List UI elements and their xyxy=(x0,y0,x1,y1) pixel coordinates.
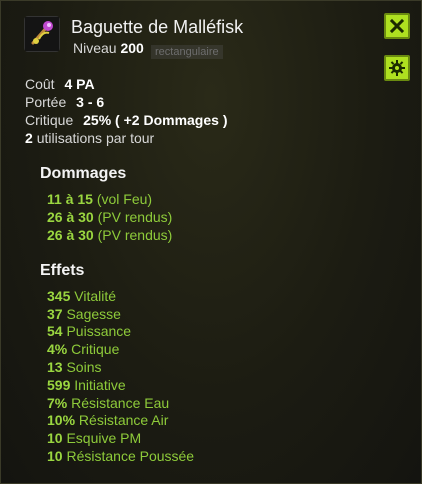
effect-line: 7% Résistance Eau xyxy=(47,395,169,411)
effect-value: 10 xyxy=(47,448,63,464)
effect-value: 13 xyxy=(47,359,63,375)
effect-text: Soins xyxy=(66,359,102,375)
close-icon xyxy=(389,18,405,34)
level-label: Niveau xyxy=(73,40,117,56)
range-label: Portée xyxy=(25,94,67,110)
critical-row: Critique 25% ( +2 Dommages ) xyxy=(25,112,227,128)
effect-text: Résistance Poussée xyxy=(66,448,195,464)
effect-value: 4% xyxy=(47,341,68,357)
range-value: 3 - 6 xyxy=(76,94,105,110)
damage-text: (PV rendus) xyxy=(97,209,173,225)
effect-text: Résistance Eau xyxy=(71,395,170,411)
effect-line: 599 Initiative xyxy=(47,377,126,393)
uses-row: 2 utilisations par tour xyxy=(25,130,154,146)
cost-value: 4 PA xyxy=(64,76,95,92)
effect-text: Initiative xyxy=(74,377,126,393)
cost-label: Coût xyxy=(25,76,55,92)
damage-text: (PV rendus) xyxy=(97,227,173,243)
background-ghost-text: rectangulaire xyxy=(151,45,223,59)
effect-text: Puissance xyxy=(66,323,132,339)
effect-value: 10% xyxy=(47,412,76,428)
damage-value: 11 à 15 xyxy=(47,191,93,207)
cost-row: Coût 4 PA xyxy=(25,76,95,92)
effect-value: 10 xyxy=(47,430,63,446)
item-name: Baguette de Malléfisk xyxy=(71,17,244,37)
effect-value: 54 xyxy=(47,323,63,339)
effect-value: 345 xyxy=(47,288,71,304)
effect-line: 345 Vitalité xyxy=(47,288,116,304)
damage-text: (vol Feu) xyxy=(96,191,153,207)
effect-value: 599 xyxy=(47,377,71,393)
close-button[interactable] xyxy=(384,13,410,39)
effect-text: Vitalité xyxy=(74,288,117,304)
settings-button[interactable] xyxy=(384,55,410,81)
effects-title: Effets xyxy=(40,262,85,279)
critical-value: 25% ( +2 Dommages ) xyxy=(83,112,228,128)
critical-label: Critique xyxy=(25,112,74,128)
uses-label: utilisations par tour xyxy=(36,130,155,146)
level-value: 200 xyxy=(120,40,144,56)
wand-item-icon xyxy=(25,17,59,51)
damage-value: 26 à 30 xyxy=(47,209,94,225)
gear-icon xyxy=(389,60,405,76)
effect-line: 37 Sagesse xyxy=(47,306,121,322)
range-row: Portée 3 - 6 xyxy=(25,94,104,110)
effect-text: Critique xyxy=(71,341,120,357)
effect-value: 37 xyxy=(47,306,63,322)
uses-value: 2 xyxy=(25,130,33,146)
effect-line: 4% Critique xyxy=(47,341,119,357)
effect-value: 7% xyxy=(47,395,68,411)
damage-line: 11 à 15 (vol Feu) xyxy=(47,191,152,207)
effect-line: 54 Puissance xyxy=(47,323,131,339)
effect-line: 10 Esquive PM xyxy=(47,430,141,446)
effect-text: Résistance Air xyxy=(78,412,169,428)
effect-line: 10% Résistance Air xyxy=(47,412,168,428)
item-level: Niveau 200 xyxy=(73,40,144,56)
effect-line: 13 Soins xyxy=(47,359,102,375)
damage-line: 26 à 30 (PV rendus) xyxy=(47,227,172,243)
effect-text: Esquive PM xyxy=(66,430,142,446)
damages-title: Dommages xyxy=(40,165,127,182)
item-tooltip-panel: Baguette de Malléfisk Niveau 200 rectang… xyxy=(0,0,422,484)
effect-text: Sagesse xyxy=(66,306,121,322)
effect-line: 10 Résistance Poussée xyxy=(47,448,194,464)
damage-value: 26 à 30 xyxy=(47,227,94,243)
damage-line: 26 à 30 (PV rendus) xyxy=(47,209,172,225)
